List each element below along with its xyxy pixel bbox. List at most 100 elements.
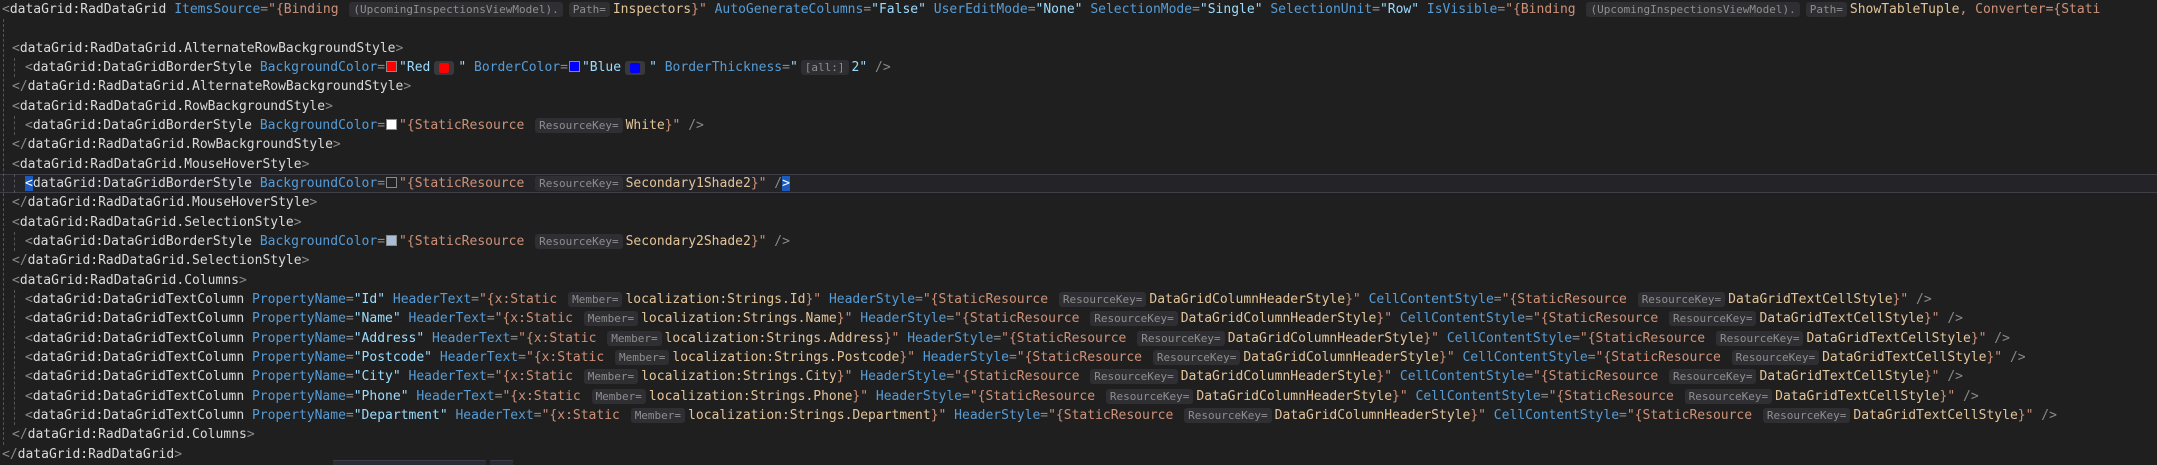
inlay-hint[interactable]: ResourceKey= <box>1685 389 1772 404</box>
inlay-hint[interactable]: ResourceKey= <box>1763 408 1850 423</box>
punctuation: = <box>915 292 923 307</box>
inlay-hint[interactable]: ResourceKey= <box>1059 292 1146 307</box>
resource-reference: DataGridTextCellStyle <box>1822 350 1986 365</box>
code-line[interactable]: <dataGrid:DataGridBorderStyle Background… <box>0 116 2157 135</box>
inlay-hint[interactable]: (UpcomingInspectionsViewModel). <box>1586 2 1799 17</box>
punctuation: < <box>12 273 20 288</box>
resource-reference: Secondary2Shade2 <box>626 234 751 249</box>
code-line[interactable]: <dataGrid:RadDataGrid.Columns> <box>0 271 2157 290</box>
inlay-hint[interactable]: ResourceKey= <box>1153 350 1240 365</box>
attribute-value: " <box>649 60 665 75</box>
code-line[interactable]: </dataGrid:RadDataGrid.AlternateRowBackg… <box>0 77 2157 96</box>
color-swatch-white-icon[interactable] <box>386 119 397 130</box>
inlay-hint[interactable]: ResourceKey= <box>1137 331 1224 346</box>
inlay-hint[interactable]: (UpcomingInspectionsViewModel). <box>349 2 562 17</box>
inlay-hint[interactable]: Member= <box>584 311 638 326</box>
inlay-hint[interactable]: ResourceKey= <box>535 118 622 133</box>
color-preview-red-icon[interactable] <box>434 61 454 75</box>
tag-name: dataGrid:DataGridTextColumn <box>33 292 252 307</box>
punctuation: < <box>25 292 33 307</box>
code-line[interactable]: <dataGrid:RadDataGrid.RowBackgroundStyle… <box>0 97 2157 116</box>
code-line-current[interactable]: <dataGrid:DataGridBorderStyle Background… <box>0 174 2157 193</box>
code-line[interactable]: <dataGrid:DataGridBorderStyle Background… <box>0 232 2157 251</box>
code-line[interactable]: <dataGrid:DataGridTextColumn PropertyNam… <box>0 367 2157 386</box>
markup-extension: }" <box>1376 311 1399 326</box>
code-line[interactable]: <dataGrid:DataGridTextColumn PropertyNam… <box>0 329 2157 348</box>
punctuation: = <box>518 350 526 365</box>
inlay-hint[interactable]: ResourceKey= <box>1638 292 1725 307</box>
inlay-hint[interactable]: Member= <box>615 350 669 365</box>
inlay-hint[interactable]: ResourceKey= <box>1732 350 1819 365</box>
punctuation: = <box>560 60 568 75</box>
code-line[interactable]: <dataGrid:RadDataGrid.MouseHoverStyle> <box>0 155 2157 174</box>
tag-name: dataGrid:RadDataGrid.SelectionStyle <box>20 215 294 230</box>
attribute-name: PropertyName <box>252 389 346 404</box>
matching-bracket-highlight: > <box>782 176 790 191</box>
inlay-hint[interactable]: Path= <box>569 2 610 17</box>
attribute-value: "City" <box>354 369 409 384</box>
code-line[interactable] <box>0 19 2157 38</box>
code-line[interactable]: <dataGrid:DataGridBorderStyle Background… <box>0 58 2157 77</box>
attribute-value: 2" <box>852 60 868 75</box>
inlay-hint[interactable]: ResourceKey= <box>1090 369 1177 384</box>
inlay-hint[interactable]: ResourceKey= <box>535 176 622 191</box>
code-line[interactable]: <dataGrid:DataGridTextColumn PropertyNam… <box>0 406 2157 425</box>
inlay-hint[interactable]: ResourceKey= <box>535 234 622 249</box>
resource-reference: Secondary1Shade2 <box>626 176 751 191</box>
code-line[interactable]: <dataGrid:RadDataGrid ItemsSource="{Bind… <box>0 0 2157 19</box>
punctuation: </ <box>2 447 18 462</box>
code-line[interactable]: <dataGrid:DataGridTextColumn PropertyNam… <box>0 387 2157 406</box>
markup-extension: }" <box>1940 389 1956 404</box>
color-swatch-blue-icon[interactable] <box>569 61 580 72</box>
inlay-hint[interactable]: ResourceKey= <box>1669 311 1756 326</box>
markup-extension: "{StaticResource <box>1502 292 1635 307</box>
inlay-hint[interactable]: Member= <box>607 331 661 346</box>
punctuation: > <box>325 99 333 114</box>
color-swatch-light-icon[interactable] <box>386 235 397 246</box>
inlay-hint[interactable]: ResourceKey= <box>1184 408 1271 423</box>
punctuation: = <box>1192 2 1200 17</box>
code-editor[interactable]: <dataGrid:RadDataGrid ItemsSource="{Bind… <box>0 0 2157 464</box>
code-line[interactable]: </dataGrid:RadDataGrid.SelectionStyle> <box>0 251 2157 270</box>
markup-extension: }" <box>837 311 860 326</box>
code-line[interactable]: <dataGrid:RadDataGrid.SelectionStyle> <box>0 213 2157 232</box>
attribute-name: CellContentStyle <box>1369 292 1494 307</box>
indent-guide <box>14 58 15 77</box>
attribute-name: CellContentStyle <box>1400 311 1525 326</box>
punctuation: = <box>1588 350 1596 365</box>
tag-name: dataGrid:DataGridBorderStyle <box>33 60 260 75</box>
inlay-hint[interactable]: Member= <box>592 389 646 404</box>
resource-reference: localization:Strings.Postcode <box>672 350 899 365</box>
attribute-name: BackgroundColor <box>260 234 377 249</box>
inlay-hint[interactable]: Member= <box>631 408 685 423</box>
markup-extension: }" <box>1924 369 1940 384</box>
inlay-hint[interactable]: ResourceKey= <box>1669 369 1756 384</box>
code-line[interactable]: </dataGrid:RadDataGrid> <box>0 445 2157 464</box>
inlay-hint[interactable]: Member= <box>584 369 638 384</box>
color-preview-blue-icon[interactable] <box>625 61 645 75</box>
attribute-name: CellContentStyle <box>1400 369 1525 384</box>
code-line[interactable]: <dataGrid:DataGridTextColumn PropertyNam… <box>0 309 2157 328</box>
code-line[interactable]: <dataGrid:DataGridTextColumn PropertyNam… <box>0 290 2157 309</box>
inlay-hint[interactable]: [all:] <box>801 60 849 75</box>
inlay-hint[interactable]: ResourceKey= <box>1090 311 1177 326</box>
code-line[interactable]: </dataGrid:RadDataGrid.MouseHoverStyle> <box>0 193 2157 212</box>
code-line[interactable]: <dataGrid:DataGridTextColumn PropertyNam… <box>0 348 2157 367</box>
inlay-hint[interactable]: ResourceKey= <box>1716 331 1803 346</box>
tag-name: dataGrid:DataGridBorderStyle <box>33 234 260 249</box>
inlay-hint[interactable]: Path= <box>1806 2 1847 17</box>
resource-reference: ShowTableTuple <box>1850 2 1960 17</box>
code-line[interactable]: </dataGrid:RadDataGrid.Columns> <box>0 425 2157 444</box>
code-line[interactable]: <dataGrid:RadDataGrid.AlternateRowBackgr… <box>0 39 2157 58</box>
markup-extension: }" <box>2018 408 2034 423</box>
punctuation: = <box>1040 408 1048 423</box>
attribute-name: ItemsSource <box>174 2 260 17</box>
color-swatch-dark-icon[interactable] <box>386 177 397 188</box>
markup-extension: "{Binding <box>1505 2 1583 17</box>
inlay-hint[interactable]: Member= <box>568 292 622 307</box>
color-swatch-red-icon[interactable] <box>386 61 397 72</box>
inlay-hint[interactable]: ResourceKey= <box>1106 389 1193 404</box>
code-line[interactable]: </dataGrid:RadDataGrid.RowBackgroundStyl… <box>0 135 2157 154</box>
markup-extension: , Converter={Stati <box>1959 2 2100 17</box>
tag-name: dataGrid:DataGridTextColumn <box>33 350 252 365</box>
